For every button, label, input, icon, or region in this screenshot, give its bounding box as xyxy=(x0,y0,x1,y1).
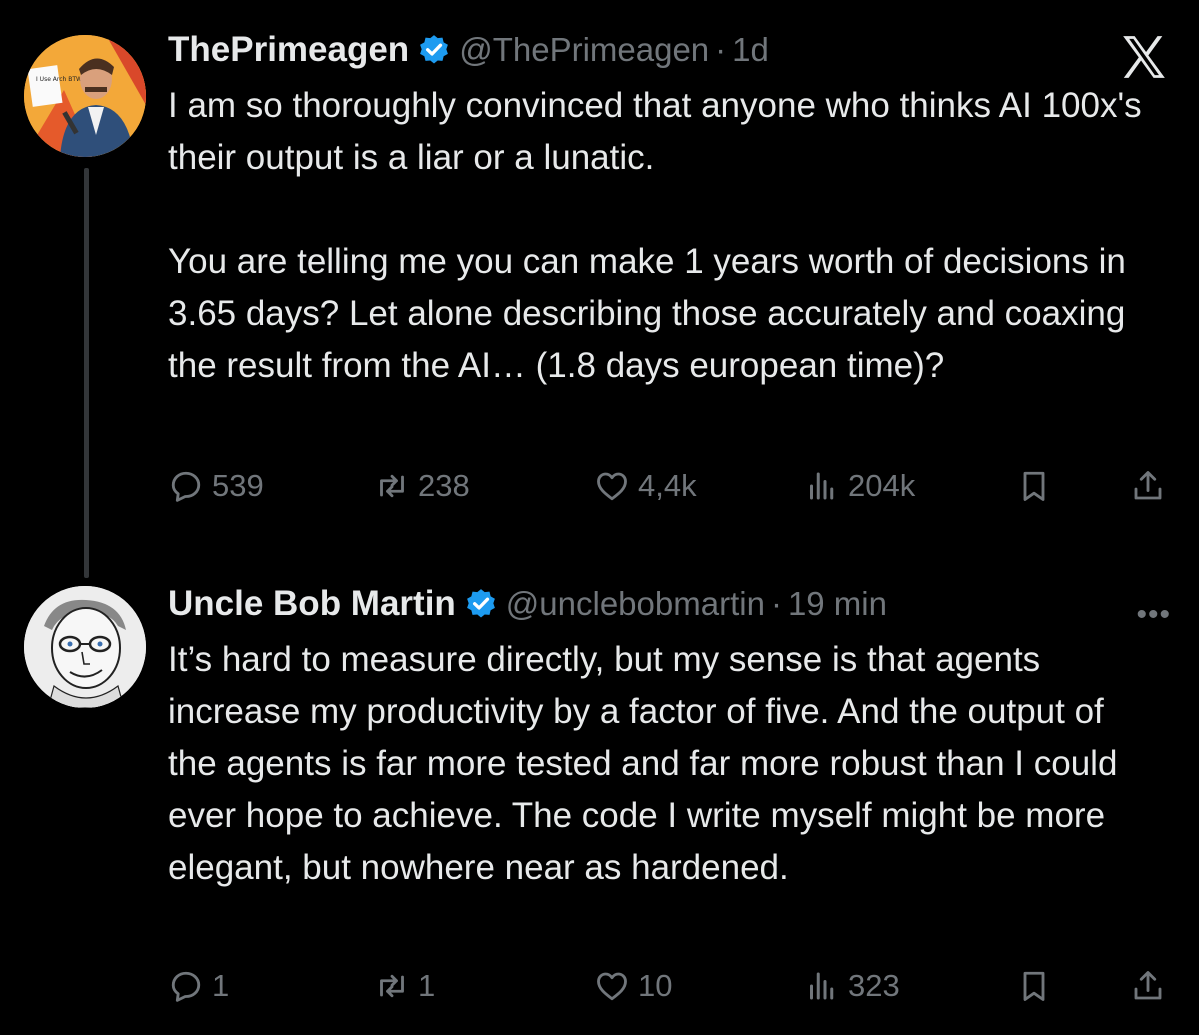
like-button[interactable]: 10 xyxy=(594,968,672,1004)
separator-dot: · xyxy=(715,31,727,68)
author-handle[interactable]: @unclebobmartin xyxy=(506,585,765,623)
author-name[interactable]: ThePrimeagen xyxy=(168,30,409,70)
repost-button[interactable]: 1 xyxy=(374,968,435,1004)
avatar[interactable]: I Use Arch BTW xyxy=(24,35,146,157)
thread-line xyxy=(84,168,89,578)
tweet-text: It’s hard to measure directly, but my se… xyxy=(168,640,1128,887)
bookmark-icon xyxy=(1023,971,1045,1001)
share-button[interactable] xyxy=(1130,968,1166,1004)
views-icon xyxy=(810,972,834,1000)
views-button[interactable]: 204k xyxy=(804,468,915,504)
repost-count: 1 xyxy=(418,968,436,1003)
repost-icon xyxy=(380,474,404,498)
more-icon[interactable]: ••• xyxy=(1136,598,1171,632)
reply-icon xyxy=(171,471,201,502)
timestamp[interactable]: 1d xyxy=(732,31,769,69)
like-icon xyxy=(597,972,627,1001)
x-logo-icon[interactable] xyxy=(1117,32,1171,82)
avatar-sign-text: I Use Arch BTW xyxy=(36,76,82,83)
reply-button[interactable]: 539 xyxy=(168,468,264,504)
reply-count: 539 xyxy=(212,468,264,503)
tweet-actions: 539 238 4,4k 204k xyxy=(168,468,1173,518)
like-icon xyxy=(597,472,627,501)
tweet-actions: 1 1 10 323 xyxy=(168,968,1173,1018)
repost-count: 238 xyxy=(418,468,470,503)
views-button[interactable]: 323 xyxy=(804,968,900,1004)
verified-badge-icon xyxy=(420,35,449,64)
bookmark-button[interactable] xyxy=(1016,468,1052,504)
like-button[interactable]: 4,4k xyxy=(594,468,697,504)
share-button[interactable] xyxy=(1130,468,1166,504)
repost-icon xyxy=(380,974,404,998)
author-handle[interactable]: @ThePrimeagen xyxy=(459,31,709,69)
reply-button[interactable]: 1 xyxy=(168,968,229,1004)
like-count: 10 xyxy=(638,968,673,1003)
views-icon xyxy=(810,472,834,500)
tweet-header: Uncle Bob Martin @unclebobmartin · 19 mi… xyxy=(168,584,887,624)
like-count: 4,4k xyxy=(638,468,697,503)
avatar[interactable] xyxy=(24,586,146,708)
share-icon xyxy=(1134,971,1162,1000)
verified-badge-icon xyxy=(466,589,495,618)
views-count: 323 xyxy=(848,968,900,1003)
repost-button[interactable]: 238 xyxy=(374,468,470,504)
tweet-text: I am so thoroughly convinced that anyone… xyxy=(168,86,1142,385)
author-name[interactable]: Uncle Bob Martin xyxy=(168,584,456,624)
reply-count: 1 xyxy=(212,968,230,1003)
separator-dot: · xyxy=(770,585,782,622)
share-icon xyxy=(1134,471,1162,500)
tweet-header: ThePrimeagen @ThePrimeagen · 1d xyxy=(168,30,769,70)
timestamp[interactable]: 19 min xyxy=(788,585,887,623)
bookmark-button[interactable] xyxy=(1016,968,1052,1004)
views-count: 204k xyxy=(848,468,916,503)
bookmark-icon xyxy=(1023,471,1045,501)
reply-icon xyxy=(171,971,201,1002)
